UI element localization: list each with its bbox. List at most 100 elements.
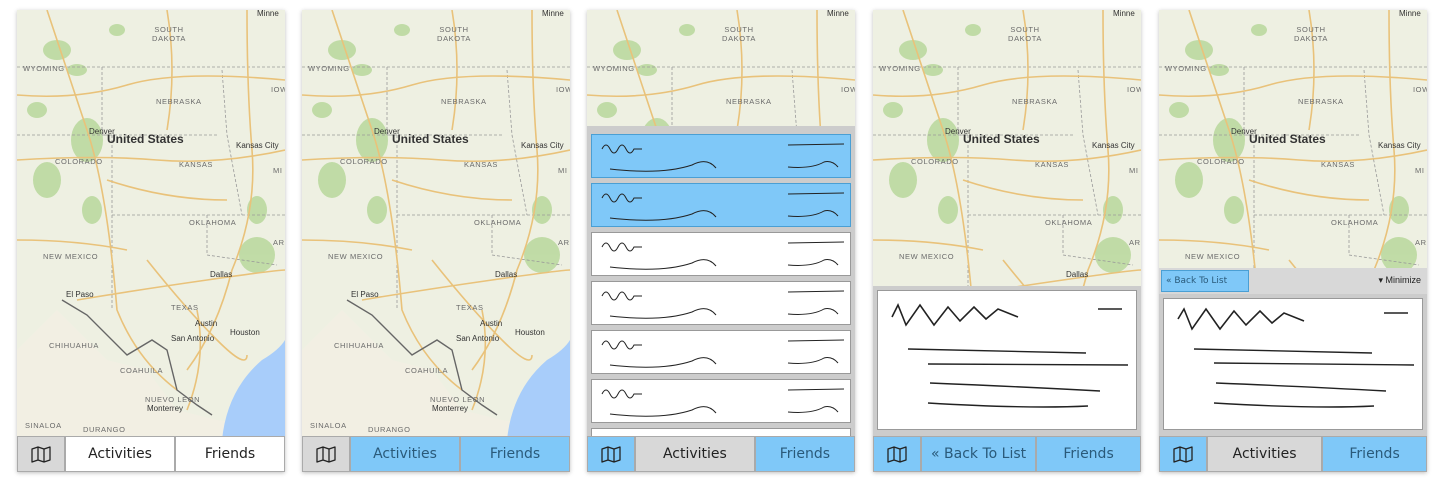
map-label: NEBRASKA (1012, 97, 1058, 106)
sketch-placeholder (601, 241, 845, 270)
tab-friends[interactable]: Friends (754, 436, 855, 472)
map-tab-button[interactable] (302, 436, 350, 472)
map-label: Kansas City (521, 141, 564, 150)
map-label: TEXAS (171, 303, 199, 312)
map-label: COLORADO (1197, 157, 1245, 166)
list-item[interactable] (591, 183, 851, 227)
map-label: COAHUILA (405, 366, 449, 375)
map-label: IOW (556, 85, 570, 94)
tab-activities[interactable]: Activities (1207, 436, 1323, 472)
list-item[interactable] (591, 379, 851, 423)
list-item[interactable] (591, 428, 851, 436)
map-tab-button[interactable] (587, 436, 635, 472)
tab-friends[interactable]: Friends (175, 436, 285, 472)
map-label: United States (107, 132, 184, 146)
activity-list[interactable] (587, 126, 855, 436)
screen-activity-detail-toolbar: Minne SOUTH DAKOTA WYOMING IOW NEBRASKA … (1159, 10, 1427, 472)
map-label: IOW (1127, 85, 1141, 94)
map-label: MI (273, 166, 283, 175)
screen-activity-detail: Minne SOUTH DAKOTA WYOMING IOW NEBRASKA … (873, 10, 1141, 472)
list-item[interactable] (591, 232, 851, 276)
map-label: COLORADO (340, 157, 388, 166)
map-label: IOW (271, 85, 285, 94)
map-label: San Antonio (171, 334, 215, 343)
tab-friends[interactable]: Friends (1322, 436, 1427, 472)
map-label: AR (558, 238, 570, 247)
map-label: Houston (515, 328, 545, 337)
map-tab-button[interactable] (17, 436, 65, 472)
map-label: SOUTH DAKOTA (722, 25, 756, 43)
tab-bar: Activities Friends (302, 436, 570, 472)
map-label: AR (1129, 238, 1141, 247)
tab-bar: Activities Friends (1159, 436, 1427, 472)
map-label: Austin (195, 319, 218, 328)
list-item[interactable] (591, 281, 851, 325)
activity-detail-panel (873, 286, 1141, 436)
map-label: Minne (542, 10, 564, 18)
map-view[interactable]: Minne SOUTH DAKOTA WYOMING IOW NEBRASKA … (302, 10, 570, 472)
tab-activities[interactable]: Activities (350, 436, 460, 472)
map-label: KANSAS (179, 160, 214, 169)
map-label: NUEVO LEON (430, 395, 486, 404)
tab-bar: Activities Friends (587, 436, 855, 472)
screen-map-default: Minne SOUTH DAKOTA WYOMING IOW NEBRASKA … (17, 10, 285, 472)
map-label: OKLAHOMA (1331, 218, 1379, 227)
back-to-list-tab[interactable]: « Back To List (921, 436, 1037, 472)
sketch-placeholder (601, 339, 845, 368)
tab-friends[interactable]: Friends (1036, 436, 1141, 472)
map-icon (601, 445, 621, 463)
map-label: DURANGO (368, 425, 411, 434)
map-label: OKLAHOMA (1045, 218, 1093, 227)
map-label: Monterrey (147, 404, 184, 413)
tab-activities[interactable]: Activities (65, 436, 175, 472)
map-label: SOUTH DAKOTA (1294, 25, 1328, 43)
detail-toolbar: « Back To List ▾ Minimize (1159, 268, 1427, 294)
map-label: Kansas City (1378, 141, 1421, 150)
map-label: NEW MEXICO (328, 252, 384, 261)
map-label: United States (1249, 132, 1326, 146)
back-to-list-button[interactable]: « Back To List (1161, 270, 1249, 292)
map-label: OKLAHOMA (189, 218, 237, 227)
map-label: CHIHUAHUA (49, 341, 99, 350)
map-label: SOUTH DAKOTA (437, 25, 471, 43)
screen-activity-list: Minne SOUTH DAKOTA WYOMING IOW NEBRASKA … (587, 10, 855, 472)
list-item[interactable] (591, 330, 851, 374)
list-item[interactable] (591, 134, 851, 178)
map-label: WYOMING (23, 64, 65, 73)
map-label: Kansas City (1092, 141, 1135, 150)
sketch-placeholder (601, 290, 845, 319)
map-label: NEBRASKA (441, 97, 487, 106)
tab-bar: « Back To List Friends (873, 436, 1141, 472)
map-label: COLORADO (911, 157, 959, 166)
map-label: DURANGO (83, 425, 126, 434)
map-label: MI (558, 166, 568, 175)
map-label: OKLAHOMA (474, 218, 522, 227)
map-label: KANSAS (464, 160, 499, 169)
map-label: El Paso (351, 290, 379, 299)
map-view[interactable]: Minne SOUTH DAKOTA WYOMING IOW NEBRASKA … (17, 10, 285, 472)
map-icon (887, 445, 907, 463)
map-label: COAHUILA (120, 366, 164, 375)
minimize-button[interactable]: ▾ Minimize (1378, 275, 1421, 286)
map-icon (316, 445, 336, 463)
map-label: Minne (827, 10, 849, 18)
map-icon (1173, 445, 1193, 463)
map-label: Dallas (210, 270, 233, 279)
tab-activities[interactable]: Activities (635, 436, 755, 472)
map-label: WYOMING (308, 64, 350, 73)
map-tab-button[interactable] (1159, 436, 1207, 472)
map-label: Minne (1113, 10, 1135, 18)
map-label: CHIHUAHUA (334, 341, 384, 350)
map-label: NEW MEXICO (899, 252, 955, 261)
map-label: Monterrey (432, 404, 469, 413)
activity-detail-content (1163, 298, 1423, 430)
map-label: MI (1129, 166, 1139, 175)
tab-friends[interactable]: Friends (460, 436, 570, 472)
map-label: COLORADO (55, 157, 103, 166)
map-label: WYOMING (879, 64, 921, 73)
activity-detail-panel (1159, 294, 1427, 436)
map-label: El Paso (66, 290, 94, 299)
map-label: AR (273, 238, 285, 247)
map-label: United States (963, 132, 1040, 146)
map-tab-button[interactable] (873, 436, 921, 472)
